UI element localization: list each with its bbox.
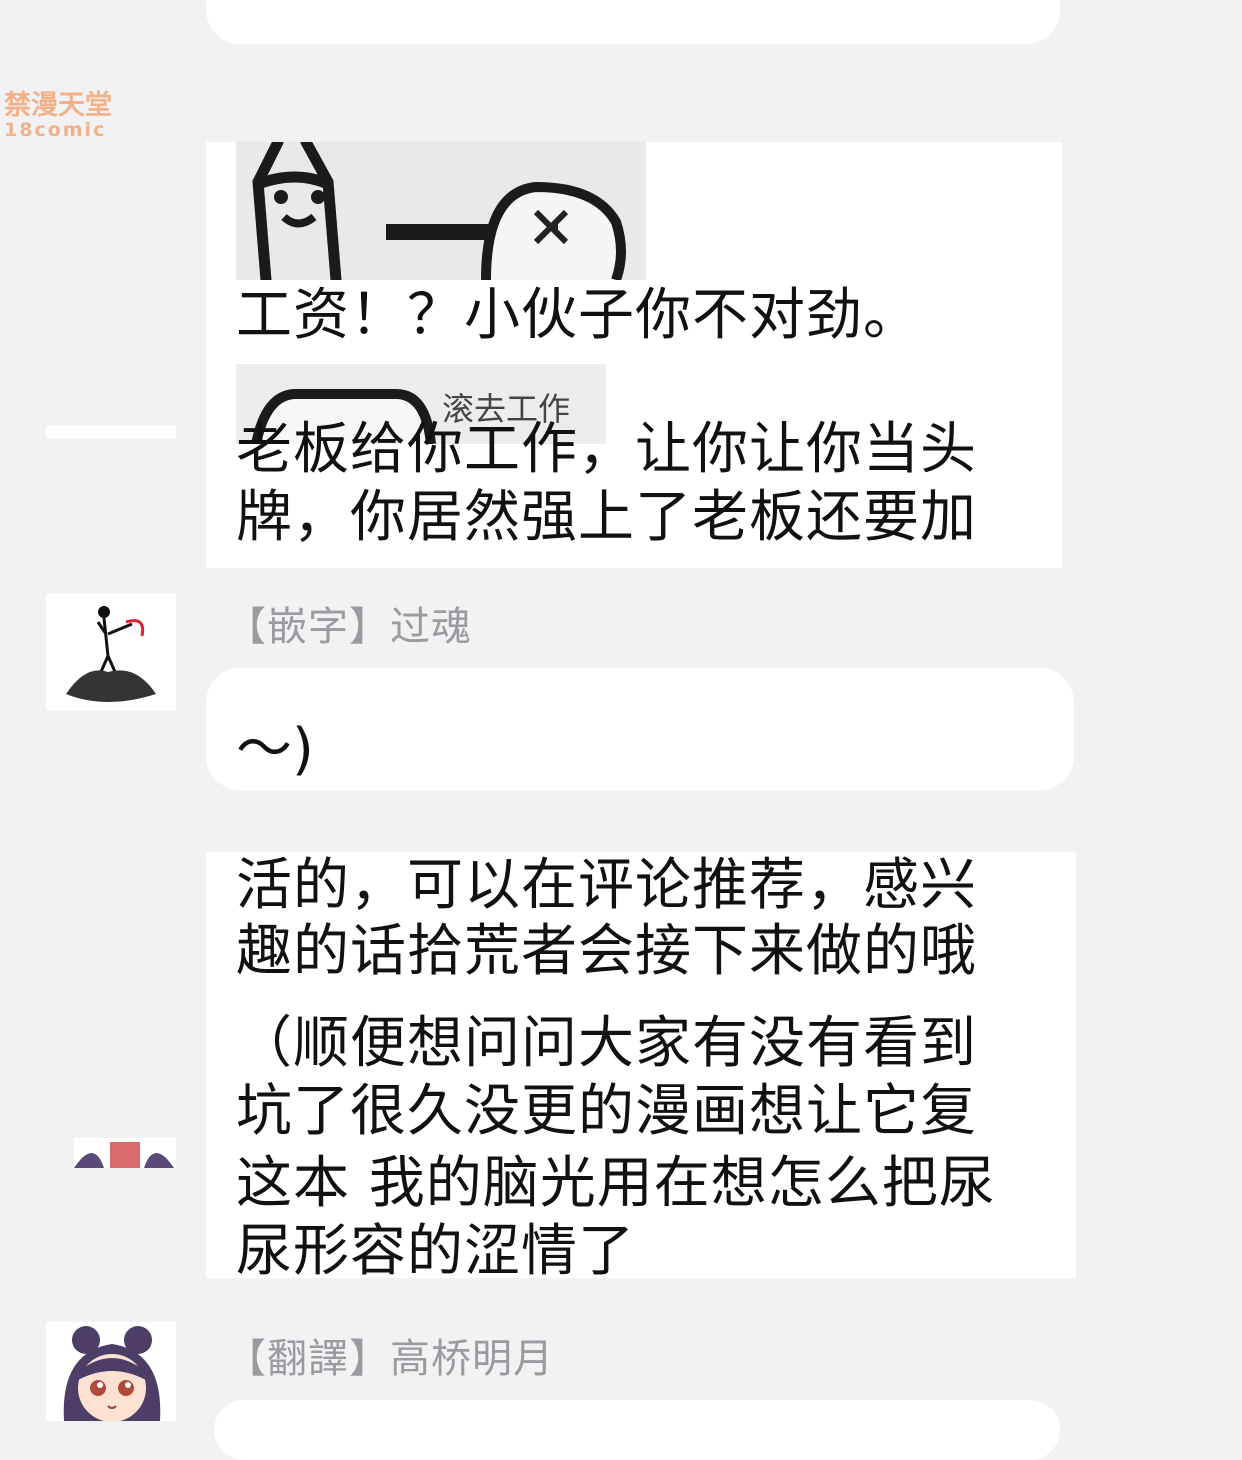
- watermark-line1: 禁漫天堂: [4, 90, 112, 121]
- message-bubble-stickers: 工资！？小伙子你不对劲。 滚去工作 老板给你工作，让你让你当头牌，你居然强上了老…: [206, 142, 1062, 568]
- avatar-guohun: [46, 594, 176, 710]
- avatar-gaoqiao: [46, 1322, 176, 1421]
- cat-gun-sticker-image: [236, 142, 646, 280]
- message-line-1: 活的，可以在评论推荐，感兴: [236, 853, 977, 918]
- anime-avatar-fragment-image: [74, 1138, 176, 1168]
- anime-girl-avatar-image: [46, 1322, 176, 1421]
- sender-name-gaoqiao: 【翻譯】高桥明月: [226, 1336, 554, 1382]
- watermark: 禁漫天堂 18comic: [4, 92, 112, 140]
- avatar-fragment-2: [74, 1138, 176, 1168]
- stickman-avatar-image: [66, 606, 156, 702]
- message-bubble-fragment: ～): [206, 668, 1074, 790]
- avatar-fragment: [46, 426, 176, 438]
- watermark-line2: 18comic: [4, 119, 107, 141]
- message-line-3: （顺便想问问大家有没有看到: [236, 1011, 977, 1076]
- message-line-2: 趣的话拾荒者会接下来做的哦: [236, 919, 977, 984]
- sender-name-guohun: 【嵌字】过魂: [226, 604, 472, 650]
- message-line-4: 坑了很久没更的漫画想让它复: [236, 1079, 977, 1144]
- message-text-top: 工资！？小伙子你不对劲。: [236, 283, 920, 348]
- message-text-main: 老板给你工作，让你让你当头牌，你居然强上了老板还要加: [236, 417, 977, 550]
- message-bubble-bottom: [214, 1400, 1060, 1460]
- message-text-fragment: ～): [236, 717, 314, 782]
- message-line-5: 这本 我的脑光用在想怎么把尿: [236, 1151, 996, 1216]
- message-line-6: 尿形容的涩情了: [236, 1219, 635, 1278]
- message-bubble-long-text: 活的，可以在评论推荐，感兴 趣的话拾荒者会接下来做的哦 （顺便想问问大家有没有看…: [206, 852, 1076, 1278]
- message-bubble-top: [206, 0, 1060, 44]
